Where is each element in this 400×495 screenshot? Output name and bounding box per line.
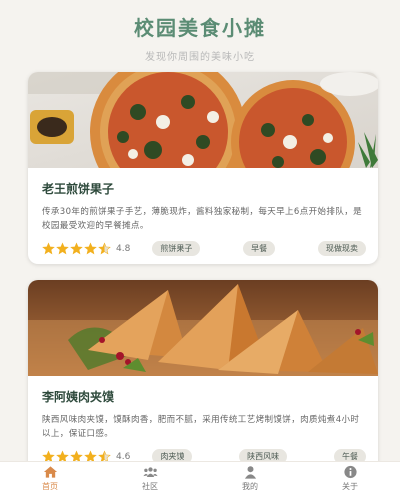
pizza-photo <box>28 72 378 168</box>
tag-list: 煎饼果子 早餐 现做现卖 <box>152 241 366 256</box>
stall-card[interactable]: 老王煎饼果子 传承30年的煎饼果子手艺，薄脆现炸，酱料独家秘制，每天早上6点开始… <box>28 72 378 264</box>
tab-label: 社区 <box>142 482 158 491</box>
info-icon <box>343 465 357 479</box>
tab-label: 我的 <box>242 482 258 491</box>
card-body: 老王煎饼果子 传承30年的煎饼果子手艺，薄脆现炸，酱料独家秘制，每天早上6点开始… <box>28 168 378 264</box>
tab-label: 关于 <box>342 482 358 491</box>
star-rating <box>42 242 112 255</box>
star-full-icon <box>56 242 69 255</box>
tab-community[interactable]: 社区 <box>100 462 200 495</box>
card-meta: 4.8 煎饼果子 早餐 现做现卖 <box>42 241 366 256</box>
tag[interactable]: 早餐 <box>243 241 276 256</box>
star-full-icon <box>84 242 97 255</box>
stall-name: 李阿姨肉夹馍 <box>42 390 115 404</box>
rating-value: 4.8 <box>116 243 131 254</box>
stall-feed: 老王煎饼果子 传承30年的煎饼果子手艺，薄脆现炸，酱料独家秘制，每天早上6点开始… <box>28 72 378 472</box>
rating-value: 4.6 <box>116 451 131 462</box>
tab-about[interactable]: 关于 <box>300 462 400 495</box>
stall-description: 传承30年的煎饼果子手艺，薄脆现炸，酱料独家秘制，每天早上6点开始排队，是校园最… <box>42 207 363 231</box>
stall-name: 老王煎饼果子 <box>42 182 115 196</box>
stall-description: 陕西风味肉夹馍，馍酥肉香，肥而不腻，采用传统工艺烤制馍饼，肉质炖煮4小时以上，保… <box>42 415 360 439</box>
user-icon <box>244 466 256 479</box>
tab-label: 首页 <box>42 482 58 491</box>
page-subtitle: 发现你周围的美味小吃 <box>145 52 255 63</box>
community-icon <box>142 467 158 477</box>
samosa-photo <box>28 280 378 376</box>
page-header: 校园美食小摊 发现你周围的美味小吃 <box>0 0 400 66</box>
card-body: 李阿姨肉夹馍 陕西风味肉夹馍，馍酥肉香，肥而不腻，采用传统工艺烤制馍饼，肉质炖煮… <box>28 376 378 472</box>
star-full-icon <box>42 242 55 255</box>
bottom-tab-bar: 首页 社区 我的 关于 <box>0 461 400 495</box>
page-title: 校园美食小摊 <box>134 16 266 40</box>
star-full-icon <box>70 242 83 255</box>
tag[interactable]: 现做现卖 <box>317 241 366 256</box>
star-half-icon <box>98 242 111 255</box>
tab-home[interactable]: 首页 <box>0 462 100 495</box>
tab-profile[interactable]: 我的 <box>200 462 300 495</box>
home-icon <box>43 466 57 478</box>
tag[interactable]: 煎饼果子 <box>152 241 201 256</box>
stall-card[interactable]: 李阿姨肉夹馍 陕西风味肉夹馍，馍酥肉香，肥而不腻，采用传统工艺烤制馍饼，肉质炖煮… <box>28 280 378 472</box>
